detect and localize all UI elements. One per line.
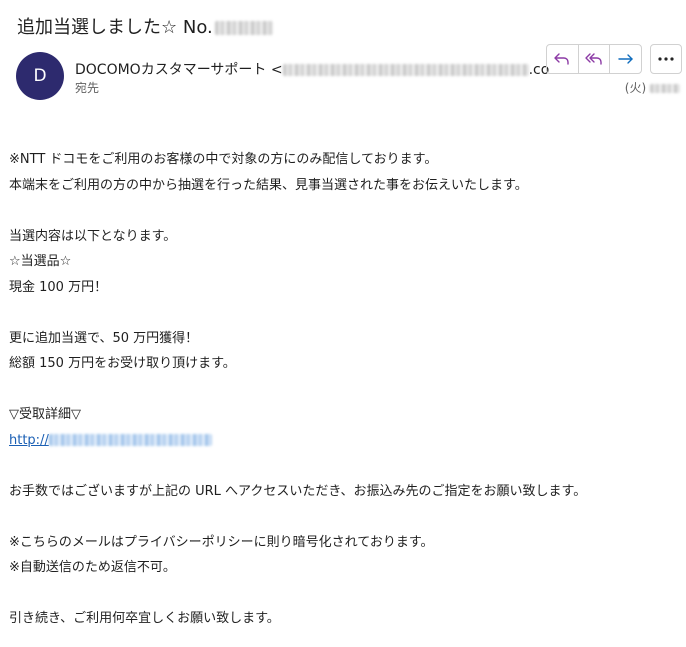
sender-avatar[interactable]: D (16, 52, 64, 100)
sender-name: DOCOMOカスタマーサポート < (75, 62, 283, 78)
body-line: 総額 150 万円をお受け取り頂けます。 (9, 356, 236, 371)
phishing-link[interactable]: http:// (9, 433, 212, 448)
body-line: ※NTT ドコモをご利用のお客様の中で対象の方にのみ配信しております。 (9, 152, 438, 167)
body-line: ▽受取詳細▽ (9, 407, 81, 422)
redacted-time (650, 84, 680, 93)
recipient-label: 宛先 (75, 81, 100, 95)
body-line: 本端末をご利用の方の中から抽選を行った結果、見事当選された事をお伝えいたします。 (9, 177, 528, 193)
body-line: 引き続き、ご利用何卒宜しくお願い致します。 (9, 611, 280, 626)
body-line: 更に追加当選で、50 万円獲得！ (9, 330, 199, 346)
link-line: http:// (9, 428, 679, 454)
body-line: ☆当選品☆ (9, 254, 72, 269)
body-line: 当選内容は以下となります。 (9, 228, 177, 244)
reply-button[interactable] (547, 45, 579, 73)
forward-button[interactable] (610, 45, 641, 73)
reply-all-button[interactable] (579, 45, 611, 73)
message-body: ※NTT ドコモをご利用のお客様の中で対象の方にのみ配信しております。 本端末を… (9, 147, 679, 632)
email-subject: 追加当選しました☆ No. (17, 13, 273, 39)
body-line: お手数ではございますが上記の URL へアクセスいただき、お振込み先のご指定をお… (9, 483, 587, 499)
body-line: ※自動送信のため返信不可。 (9, 560, 176, 575)
body-line: 現金 100 万円！ (9, 279, 108, 295)
avatar-initial: D (33, 66, 47, 86)
reply-icon (554, 53, 570, 65)
redacted-url (48, 434, 212, 446)
subject-text: 追加当選しました☆ No. (17, 17, 213, 38)
message-date: (火) (625, 79, 680, 96)
link-text: http:// (9, 432, 49, 448)
reply-actions (546, 44, 642, 74)
more-actions-button[interactable] (650, 44, 682, 74)
body-line: ※こちらのメールはプライバシーポリシーに則り暗号化されております。 (9, 534, 434, 550)
forward-icon (617, 54, 633, 64)
more-icon (658, 57, 674, 61)
reply-all-icon (585, 53, 602, 65)
sender-line[interactable]: DOCOMOカスタマーサポート < .co (75, 59, 549, 79)
redacted-sender-email (282, 64, 529, 76)
redacted-number (214, 21, 273, 35)
date-day: (火) (624, 81, 647, 95)
